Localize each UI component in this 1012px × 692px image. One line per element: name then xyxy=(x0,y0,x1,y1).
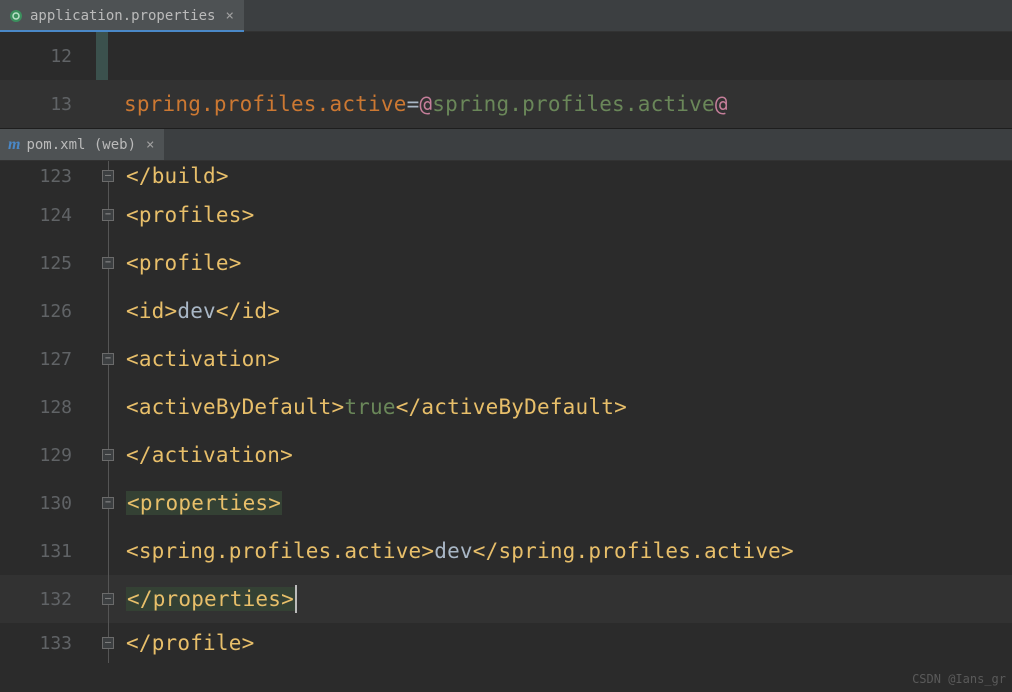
line-number: 125 xyxy=(0,239,96,287)
code-line: 131 <spring.profiles.active>dev</spring.… xyxy=(0,527,1012,575)
fold-handle-end-icon[interactable]: ‒ xyxy=(102,449,114,461)
tab-bar-bottom: m pom.xml (web) × xyxy=(0,129,1012,161)
line-number: 130 xyxy=(0,479,96,527)
code-line: 12 xyxy=(0,32,1012,80)
fold-column: ‒ xyxy=(96,431,120,479)
close-icon[interactable]: × xyxy=(146,137,154,153)
code-line: 126 <id>dev</id> xyxy=(0,287,1012,335)
code-line: 129 ‒ </activation> xyxy=(0,431,1012,479)
code-content: <profile> xyxy=(120,239,242,287)
code-content: <id>dev</id> xyxy=(120,287,280,335)
code-content: spring.profiles.active=@spring.profiles.… xyxy=(96,80,728,128)
text-caret xyxy=(295,585,297,613)
maven-file-icon: m xyxy=(8,137,20,153)
line-number: 133 xyxy=(0,623,96,663)
fold-column xyxy=(96,287,120,335)
tab-pom-xml[interactable]: m pom.xml (web) × xyxy=(0,129,164,160)
code-line: 125 − <profile> xyxy=(0,239,1012,287)
code-line: 127 − <activation> xyxy=(0,335,1012,383)
editor-application-properties[interactable]: 12 13 spring.profiles.active=@spring.pro… xyxy=(0,32,1012,128)
close-icon[interactable]: × xyxy=(225,8,233,24)
tab-bar-top: application.properties × xyxy=(0,0,1012,32)
code-content: </activation> xyxy=(120,431,293,479)
fold-handle-icon[interactable]: − xyxy=(102,209,114,221)
line-number: 124 xyxy=(0,191,96,239)
line-number: 126 xyxy=(0,287,96,335)
gutter-highlight xyxy=(96,32,108,80)
line-number: 12 xyxy=(0,32,96,80)
fold-column: ‒ xyxy=(96,575,120,623)
fold-column xyxy=(96,383,120,431)
code-content xyxy=(96,32,102,80)
properties-file-icon xyxy=(8,8,24,24)
line-number: 132 xyxy=(0,575,96,623)
line-number: 128 xyxy=(0,383,96,431)
code-content: <activeByDefault>true</activeByDefault> xyxy=(120,383,627,431)
code-line: 128 <activeByDefault>true</activeByDefau… xyxy=(0,383,1012,431)
editor-pom-xml[interactable]: 123 ‒ </build> 124 − <profiles> 125 − <p… xyxy=(0,161,1012,691)
fold-handle-end-icon[interactable]: ‒ xyxy=(102,170,114,182)
fold-column: − xyxy=(96,479,120,527)
fold-handle-end-icon[interactable]: ‒ xyxy=(102,593,114,605)
code-content: </properties> xyxy=(120,575,297,623)
line-number: 131 xyxy=(0,527,96,575)
code-line: 130 − <properties> xyxy=(0,479,1012,527)
line-number: 123 xyxy=(0,161,96,191)
tab-label: application.properties xyxy=(30,8,215,24)
fold-column: ‒ xyxy=(96,623,120,663)
code-content: </profile> xyxy=(120,623,254,663)
code-content: <profiles> xyxy=(120,191,254,239)
code-content: <activation> xyxy=(120,335,280,383)
fold-handle-icon[interactable]: − xyxy=(102,497,114,509)
fold-handle-icon[interactable]: − xyxy=(102,257,114,269)
line-number: 127 xyxy=(0,335,96,383)
fold-column xyxy=(96,527,120,575)
code-line: 124 − <profiles> xyxy=(0,191,1012,239)
code-content: </build> xyxy=(120,161,229,191)
fold-column: − xyxy=(96,191,120,239)
tab-label: pom.xml (web) xyxy=(26,137,136,153)
fold-column: − xyxy=(96,335,120,383)
code-content: <properties> xyxy=(120,479,282,527)
line-number: 129 xyxy=(0,431,96,479)
fold-column: ‒ xyxy=(96,161,120,191)
line-number: 13 xyxy=(0,80,96,128)
tab-application-properties[interactable]: application.properties × xyxy=(0,0,244,31)
code-line: 123 ‒ </build> xyxy=(0,161,1012,191)
code-line: 133 ‒ </profile> xyxy=(0,623,1012,663)
code-line-current: 132 ‒ </properties> xyxy=(0,575,1012,623)
watermark-text: CSDN @Ians_gr xyxy=(912,672,1006,686)
code-content: <spring.profiles.active>dev</spring.prof… xyxy=(120,527,794,575)
fold-handle-icon[interactable]: − xyxy=(102,353,114,365)
fold-handle-end-icon[interactable]: ‒ xyxy=(102,637,114,649)
fold-column: − xyxy=(96,239,120,287)
code-line-current: 13 spring.profiles.active=@spring.profil… xyxy=(0,80,1012,128)
